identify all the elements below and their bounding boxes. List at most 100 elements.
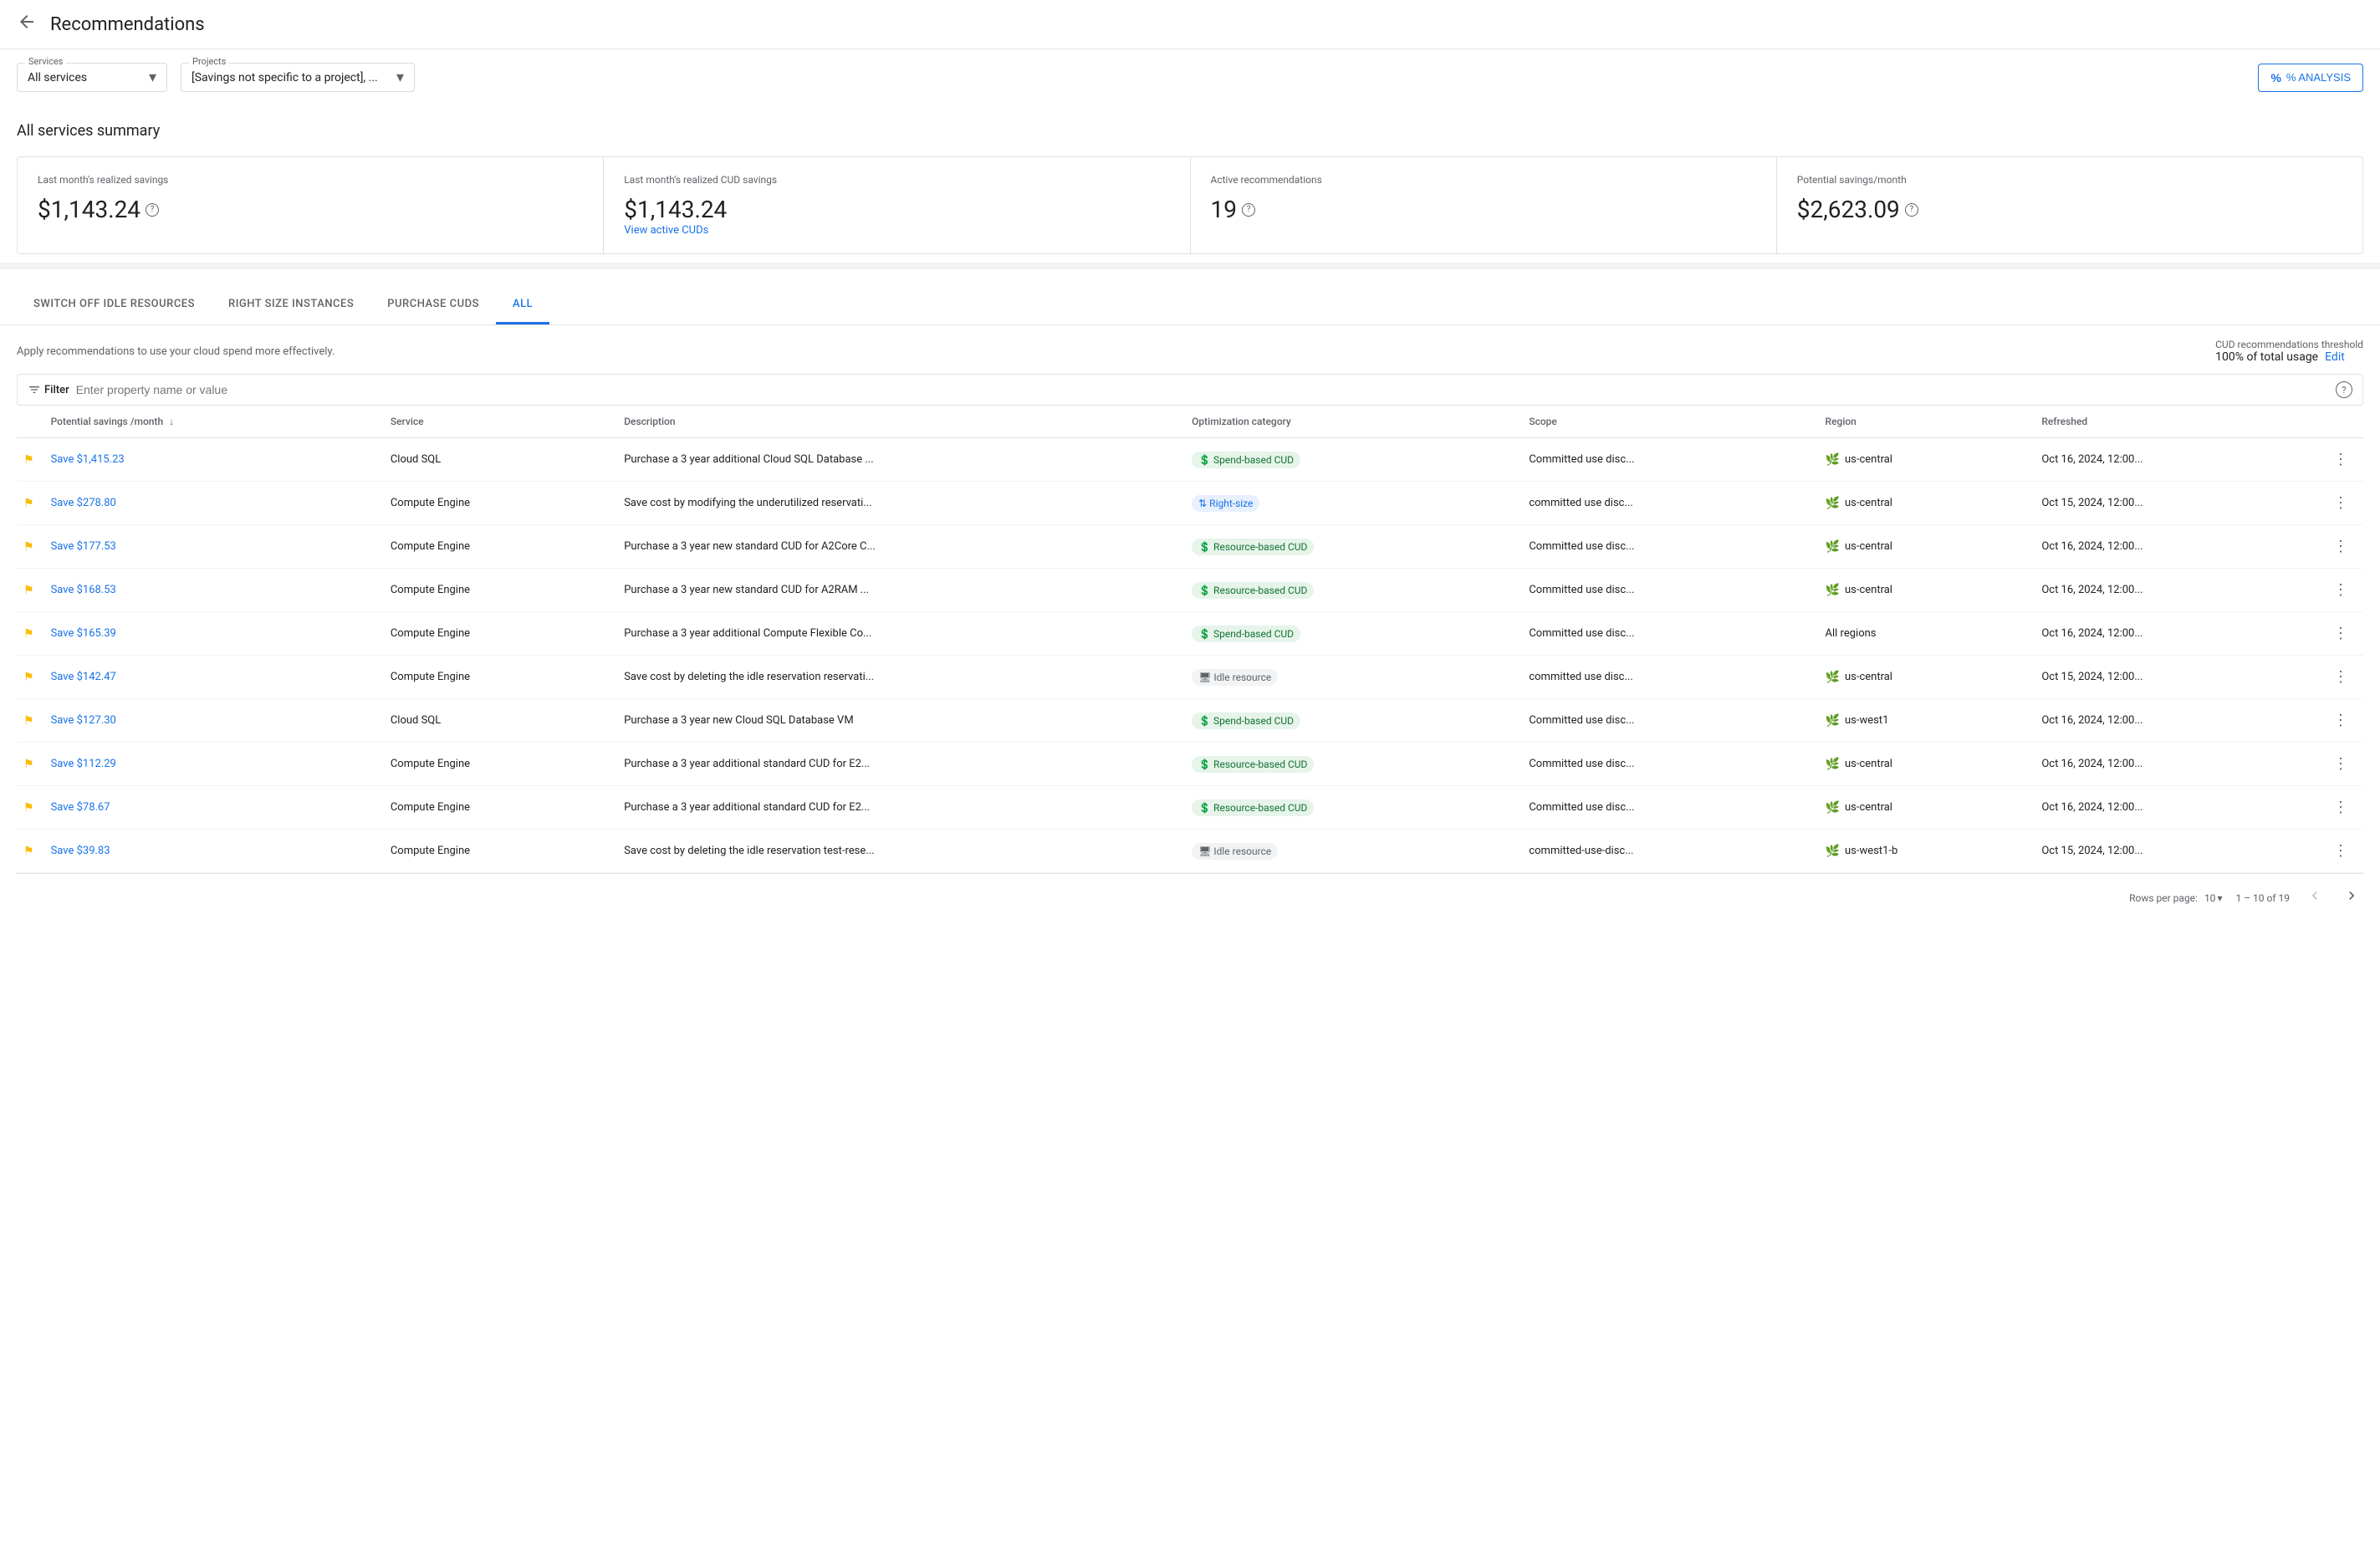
region-cell: 🌿 us-central [1819,525,2035,569]
more-button[interactable]: ⋮ [2328,665,2353,689]
savings-cell[interactable]: Save $177.53 [44,525,384,569]
more-button[interactable]: ⋮ [2328,491,2353,515]
projects-chevron-icon: ▾ [396,69,404,86]
more-cell[interactable]: ⋮ [2321,656,2363,699]
page-title: Recommendations [50,14,205,35]
refreshed-cell: Oct 15, 2024, 12:00... [2035,482,2321,525]
savings-cell[interactable]: Save $278.80 [44,482,384,525]
scope-cell: committed use disc... [1522,656,1818,699]
savings-cell[interactable]: Save $39.83 [44,830,384,873]
savings-cell[interactable]: Save $168.53 [44,569,384,612]
tab-purchase-cuds[interactable]: PURCHASE CUDS [370,286,496,324]
refreshed-cell: Oct 16, 2024, 12:00... [2035,786,2321,830]
rows-per-page-select[interactable]: 10 ▾ [2204,892,2223,904]
more-button[interactable]: ⋮ [2328,534,2353,559]
category-cell: ⇅ Right-size [1185,482,1522,525]
more-cell[interactable]: ⋮ [2321,743,2363,786]
category-badge: 💲 Spend-based CUD [1192,452,1300,468]
more-cell[interactable]: ⋮ [2321,482,2363,525]
cud-edit-link[interactable]: Edit [2325,350,2345,364]
more-cell[interactable]: ⋮ [2321,786,2363,830]
flag-cell: ⚑ [17,525,44,569]
savings-cell[interactable]: Save $112.29 [44,743,384,786]
more-button[interactable]: ⋮ [2328,708,2353,733]
more-button[interactable]: ⋮ [2328,795,2353,820]
save-link[interactable]: Save $127.30 [51,714,116,727]
filter-help-icon[interactable]: ? [2336,381,2352,398]
col-header-savings[interactable]: Potential savings /month ↓ [44,406,384,438]
flag-icon: ⚑ [23,453,34,467]
refreshed-cell: Oct 15, 2024, 12:00... [2035,656,2321,699]
flag-icon: ⚑ [23,671,34,684]
filter-input[interactable] [76,383,2329,396]
save-link[interactable]: Save $142.47 [51,671,116,683]
table-row: ⚑ Save $142.47 Compute Engine Save cost … [17,656,2363,699]
services-filter[interactable]: Services All services ▾ [17,63,167,92]
pagination-info: 1 – 10 of 19 [2235,892,2290,904]
cud-threshold: CUD recommendations threshold 100% of to… [2215,339,2363,364]
more-cell[interactable]: ⋮ [2321,525,2363,569]
service-cell: Compute Engine [384,743,617,786]
more-cell[interactable]: ⋮ [2321,699,2363,743]
savings-cell[interactable]: Save $127.30 [44,699,384,743]
next-page-button[interactable] [2340,884,2363,912]
realized-savings-info-icon[interactable]: ? [146,203,159,217]
save-link[interactable]: Save $165.39 [51,627,116,640]
flag-icon: ⚑ [23,758,34,771]
flag-icon: ⚑ [23,627,34,641]
region-leaf-icon: 🌿 [1826,801,1840,815]
save-link[interactable]: Save $78.67 [51,801,110,814]
projects-filter[interactable]: Projects [Savings not specific to a proj… [181,63,415,92]
potential-savings-card: Potential savings/month $2,623.09 ? [1777,157,2362,253]
description-cell: Purchase a 3 year additional Cloud SQL D… [617,438,1185,482]
save-link[interactable]: Save $177.53 [51,540,116,553]
tab-all[interactable]: ALL [496,286,549,324]
table-row: ⚑ Save $168.53 Compute Engine Purchase a… [17,569,2363,612]
more-button[interactable]: ⋮ [2328,447,2353,472]
view-active-cuds-link[interactable]: View active CUDs [624,224,708,237]
prev-page-button[interactable] [2303,884,2326,912]
more-cell[interactable]: ⋮ [2321,612,2363,656]
more-cell[interactable]: ⋮ [2321,830,2363,873]
flag-icon: ⚑ [23,801,34,815]
savings-cell[interactable]: Save $78.67 [44,786,384,830]
services-value: All services [28,71,142,84]
category-cell: 💲 Spend-based CUD [1185,438,1522,482]
pagination: Rows per page: 10 ▾ 1 – 10 of 19 [17,873,2363,922]
description-cell: Purchase a 3 year new standard CUD for A… [617,525,1185,569]
save-link[interactable]: Save $112.29 [51,758,116,770]
more-cell[interactable]: ⋮ [2321,438,2363,482]
potential-savings-info-icon[interactable]: ? [1905,203,1918,217]
cud-threshold-value: 100% of total usage [2215,350,2318,364]
filter-label: Filter [44,384,69,396]
more-button[interactable]: ⋮ [2328,578,2353,602]
description-cell: Save cost by modifying the underutilized… [617,482,1185,525]
savings-cell[interactable]: Save $142.47 [44,656,384,699]
savings-cell[interactable]: Save $165.39 [44,612,384,656]
service-cell: Cloud SQL [384,438,617,482]
save-link[interactable]: Save $278.80 [51,497,116,509]
refreshed-cell: Oct 16, 2024, 12:00... [2035,438,2321,482]
description-cell: Purchase a 3 year additional standard CU… [617,743,1185,786]
more-button[interactable]: ⋮ [2328,621,2353,646]
rows-per-page-chevron-icon: ▾ [2217,892,2222,904]
save-link[interactable]: Save $39.83 [51,845,110,857]
save-link[interactable]: Save $168.53 [51,584,116,596]
savings-cell[interactable]: Save $1,415.23 [44,438,384,482]
category-badge: 🖥 Idle resource [1192,669,1278,686]
active-recommendations-info-icon[interactable]: ? [1242,203,1255,217]
save-link[interactable]: Save $1,415.23 [51,453,125,466]
col-header-service: Service [384,406,617,438]
projects-label: Projects [189,56,229,67]
more-button[interactable]: ⋮ [2328,839,2353,863]
category-cell: 💲 Resource-based CUD [1185,525,1522,569]
scope-cell: Committed use disc... [1522,786,1818,830]
tab-switch-off-idle-resources[interactable]: SWITCH OFF IDLE RESOURCES [17,286,212,324]
more-button[interactable]: ⋮ [2328,752,2353,776]
back-button[interactable] [17,12,37,37]
tab-right-size-instances[interactable]: RIGHT SIZE INSTANCES [212,286,370,324]
more-cell[interactable]: ⋮ [2321,569,2363,612]
analysis-button[interactable]: % % ANALYSIS [2258,64,2363,92]
flag-cell: ⚑ [17,482,44,525]
flag-icon: ⚑ [23,845,34,858]
